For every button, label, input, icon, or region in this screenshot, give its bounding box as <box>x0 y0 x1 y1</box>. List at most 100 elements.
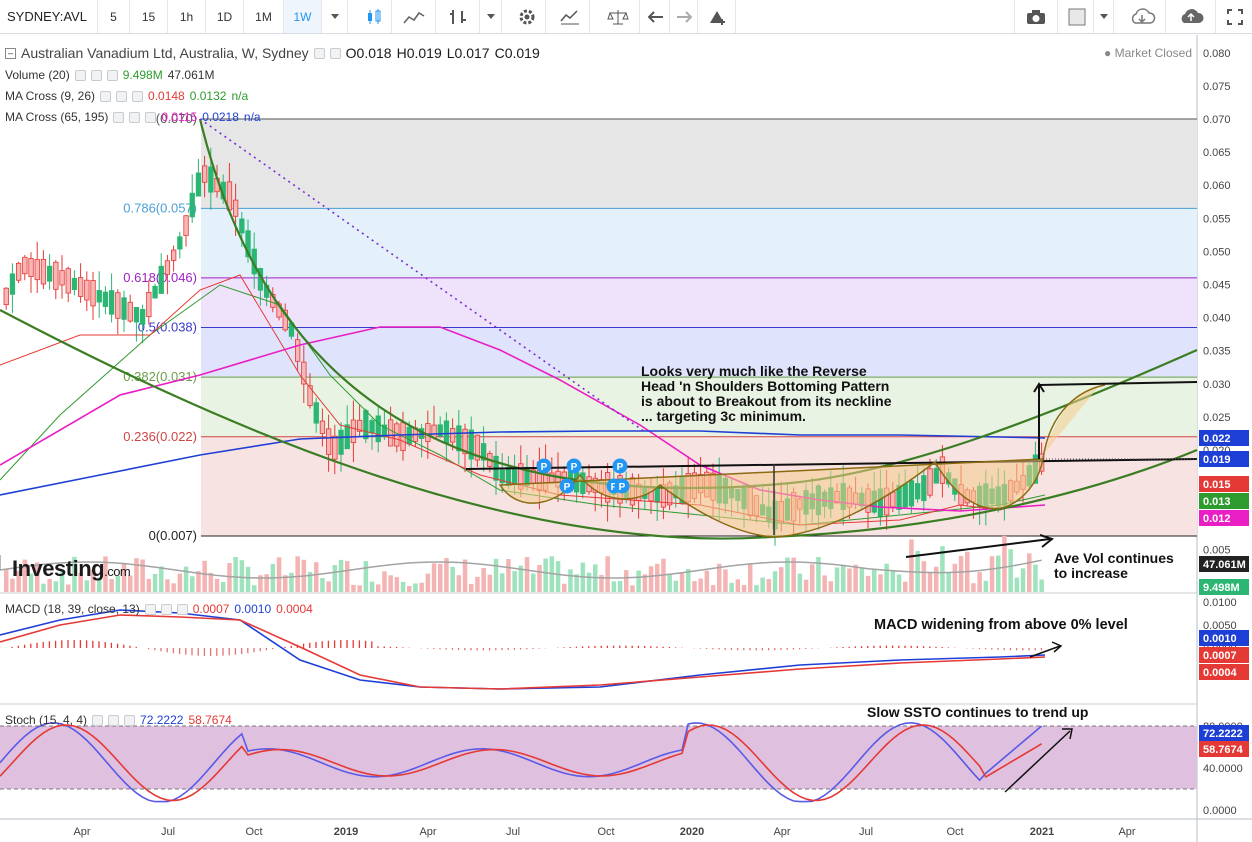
settings-icon[interactable] <box>90 69 102 81</box>
eye-icon[interactable] <box>113 111 125 123</box>
indicators-button[interactable] <box>550 0 590 33</box>
snapshot-button[interactable] <box>1014 0 1058 33</box>
line-chart-button[interactable] <box>392 0 436 33</box>
ma1-label[interactable]: MA Cross (9, 26) <box>5 89 95 103</box>
volume-bar <box>531 573 536 592</box>
volume-bar <box>500 573 505 592</box>
volume-bar <box>834 567 840 592</box>
cloud-download-icon <box>1131 7 1155 24</box>
candle-body <box>47 265 53 282</box>
volume-bar <box>698 578 703 592</box>
eye-icon[interactable] <box>144 603 156 615</box>
time-axis-label: Apr <box>419 826 436 838</box>
macd-label[interactable]: MACD (18, 39, close, 13) <box>5 602 140 616</box>
top-toolbar: SYDNEY:AVL 5 15 1h 1D 1M 1W <box>0 0 1252 34</box>
chart-app: SYDNEY:AVL 5 15 1h 1D 1M 1W 1(0.070) 0.7… <box>0 0 1252 842</box>
close-icon[interactable] <box>106 69 118 81</box>
ma2-value-1: 0.0115 <box>161 110 198 124</box>
volume-bar <box>921 561 927 592</box>
candle-body <box>195 172 202 197</box>
fullscreen-button[interactable] <box>1218 0 1252 33</box>
instrument-title[interactable]: Australian Vanadium Ltd, Australia, W, S… <box>21 45 309 61</box>
volume-bar <box>332 565 338 592</box>
volume-bar <box>729 582 734 592</box>
price-axis-label: 0.050 <box>1203 246 1231 258</box>
settings-icon[interactable] <box>108 714 120 726</box>
interval-1h[interactable]: 1h <box>168 0 206 33</box>
eye-icon[interactable] <box>313 47 325 59</box>
settings-icon[interactable] <box>160 603 172 615</box>
volume-bar <box>481 567 486 592</box>
volume-bar <box>896 574 902 592</box>
settings-button[interactable] <box>508 0 546 33</box>
undo-button[interactable] <box>642 0 670 33</box>
interval-dropdown[interactable] <box>322 0 348 33</box>
stoch-axis-label: 40.0000 <box>1203 763 1243 775</box>
ma2-label[interactable]: MA Cross (65, 195) <box>5 110 108 124</box>
chart-type-dropdown[interactable] <box>480 0 502 33</box>
volume-bar <box>413 583 418 592</box>
candle-body <box>425 423 431 442</box>
event-marker-label: P <box>619 482 626 493</box>
volume-bar <box>4 569 9 592</box>
volume-bar <box>320 578 325 592</box>
symbol-search[interactable]: SYDNEY:AVL <box>0 0 98 33</box>
settings-icon[interactable] <box>129 111 141 123</box>
compare-button[interactable] <box>596 0 640 33</box>
time-axis-label: 2019 <box>334 826 358 838</box>
close-icon[interactable] <box>132 90 144 102</box>
eye-icon[interactable] <box>92 714 104 726</box>
interval-1w[interactable]: 1W <box>284 0 322 33</box>
chart-area[interactable]: 1(0.070)0.786(0.057)0.618(0.046)0.5(0.03… <box>0 35 1252 842</box>
template-button[interactable] <box>1060 0 1094 33</box>
volume-bar <box>543 558 548 592</box>
volume-bar <box>177 573 183 592</box>
cloud-load-button[interactable] <box>1118 0 1166 33</box>
settings-icon[interactable] <box>329 47 341 59</box>
candle-body <box>78 277 84 297</box>
camera-icon <box>1027 9 1045 24</box>
volume-bar <box>208 572 214 592</box>
volume-bar <box>611 581 617 592</box>
eye-icon[interactable] <box>74 69 86 81</box>
volume-bar <box>196 571 201 592</box>
volume-bar <box>394 577 400 592</box>
volume-label[interactable]: Volume (20) <box>5 68 70 82</box>
volume-bar <box>444 558 449 592</box>
alert-button[interactable] <box>698 0 736 33</box>
main-legend: – Australian Vanadium Ltd, Australia, W,… <box>5 45 540 61</box>
stoch-label[interactable]: Stoch (15, 4, 4) <box>5 713 87 727</box>
interval-5[interactable]: 5 <box>98 0 130 33</box>
volume-bar <box>134 558 139 592</box>
candle-body <box>34 259 40 281</box>
logo-brand: Investing <box>12 556 105 581</box>
interval-1d[interactable]: 1D <box>206 0 244 33</box>
interval-1m[interactable]: 1M <box>244 0 284 33</box>
interval-15[interactable]: 15 <box>130 0 168 33</box>
redo-button[interactable] <box>670 0 698 33</box>
template-dropdown[interactable] <box>1094 0 1114 33</box>
close-icon[interactable] <box>124 714 136 726</box>
price-axis-label: 0.075 <box>1203 81 1231 93</box>
volume-bar <box>214 578 220 592</box>
ma1-value-1: 0.0148 <box>148 89 185 103</box>
candle-body <box>90 280 96 307</box>
fib-band <box>201 208 1197 278</box>
price-axis-label: 0.005 <box>1203 544 1231 556</box>
candle-body <box>115 292 121 319</box>
volume-bar <box>853 564 858 592</box>
close-icon[interactable] <box>176 603 188 615</box>
cloud-save-button[interactable] <box>1166 0 1216 33</box>
close-icon[interactable] <box>145 111 157 123</box>
volume-bar <box>388 575 393 592</box>
volume-bar <box>202 560 207 592</box>
collapse-icon[interactable]: – <box>5 47 16 59</box>
eye-icon[interactable] <box>100 90 112 102</box>
volume-bar <box>152 573 158 592</box>
price-tag-label: 0.019 <box>1203 454 1231 466</box>
bar-chart-button[interactable] <box>436 0 480 33</box>
gear-icon <box>519 9 534 24</box>
candle-body <box>15 262 22 281</box>
candles-button[interactable] <box>356 0 392 33</box>
settings-icon[interactable] <box>116 90 128 102</box>
